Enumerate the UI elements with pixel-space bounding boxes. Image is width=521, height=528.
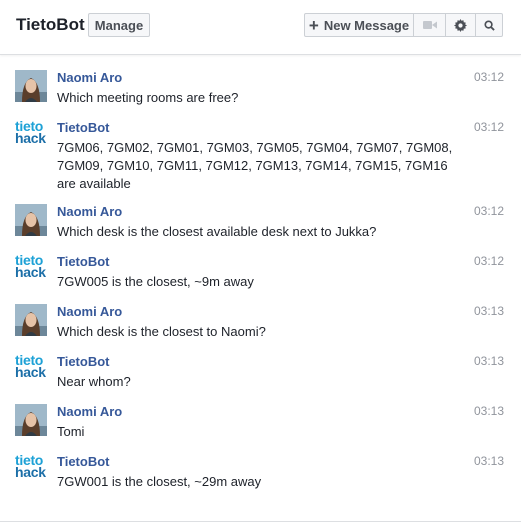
- search-icon: [483, 19, 495, 31]
- user-photo-icon: [15, 204, 47, 236]
- sender-name[interactable]: TietoBot: [57, 354, 109, 369]
- logo-line-2: hack: [15, 364, 46, 380]
- settings-button[interactable]: [446, 13, 476, 37]
- tietohack-logo[interactable]: tieto hack: [15, 254, 47, 286]
- sender-name[interactable]: Naomi Aro: [57, 404, 122, 419]
- new-message-button[interactable]: + New Message: [304, 13, 414, 37]
- message-text: Which meeting rooms are free?: [57, 90, 239, 105]
- user-photo-icon: [15, 404, 47, 436]
- video-camera-icon: [422, 21, 437, 29]
- message-time: 03:13: [473, 454, 504, 468]
- logo-line-2: hack: [15, 130, 46, 146]
- sender-name[interactable]: TietoBot: [57, 254, 109, 269]
- avatar[interactable]: [15, 404, 47, 436]
- video-call-button[interactable]: [414, 13, 446, 37]
- gear-icon: [454, 18, 467, 32]
- new-message-label: New Message: [323, 17, 410, 33]
- message-text: Tomi: [57, 424, 85, 439]
- tietohack-logo[interactable]: tieto hack: [15, 454, 47, 486]
- search-button[interactable]: [476, 13, 503, 37]
- message-text: 7GW005 is the closest, ~9m away: [57, 274, 254, 289]
- message-time: 03:12: [473, 204, 504, 218]
- user-photo-icon: [15, 304, 47, 336]
- message-text: 7GM06, 7GM02, 7GM01, 7GM03, 7GM05, 7GM04…: [57, 140, 453, 191]
- sender-name[interactable]: TietoBot: [57, 120, 109, 135]
- manage-button[interactable]: Manage: [88, 13, 150, 37]
- sender-name[interactable]: Naomi Aro: [57, 304, 122, 319]
- chat-header: TietoBot Manage + New Message: [0, 0, 521, 55]
- tietohack-logo[interactable]: tieto hack: [15, 120, 47, 152]
- message-time: 03:12: [473, 254, 504, 268]
- message-time: 03:12: [473, 120, 504, 134]
- avatar[interactable]: [15, 204, 47, 236]
- logo-line-2: hack: [15, 464, 46, 480]
- plus-icon: +: [308, 15, 319, 35]
- logo-line-2: hack: [15, 264, 46, 280]
- message-time: 03:13: [473, 404, 504, 418]
- avatar[interactable]: [15, 70, 47, 102]
- message-text: Near whom?: [57, 374, 131, 389]
- sender-name[interactable]: Naomi Aro: [57, 204, 122, 219]
- sender-name[interactable]: TietoBot: [57, 454, 109, 469]
- tietohack-logo[interactable]: tieto hack: [15, 354, 47, 386]
- message-time: 03:13: [473, 354, 504, 368]
- avatar[interactable]: [15, 304, 47, 336]
- message-text: Which desk is the closest available desk…: [57, 224, 377, 239]
- user-photo-icon: [15, 70, 47, 102]
- message-text: 7GW001 is the closest, ~29m away: [57, 474, 262, 489]
- sender-name[interactable]: Naomi Aro: [57, 70, 122, 85]
- chat-title: TietoBot: [16, 15, 85, 34]
- message-time: 03:13: [473, 304, 504, 318]
- composer-divider: [0, 521, 521, 522]
- message-text: Which desk is the closest to Naomi?: [57, 324, 266, 339]
- message-time: 03:12: [473, 70, 504, 84]
